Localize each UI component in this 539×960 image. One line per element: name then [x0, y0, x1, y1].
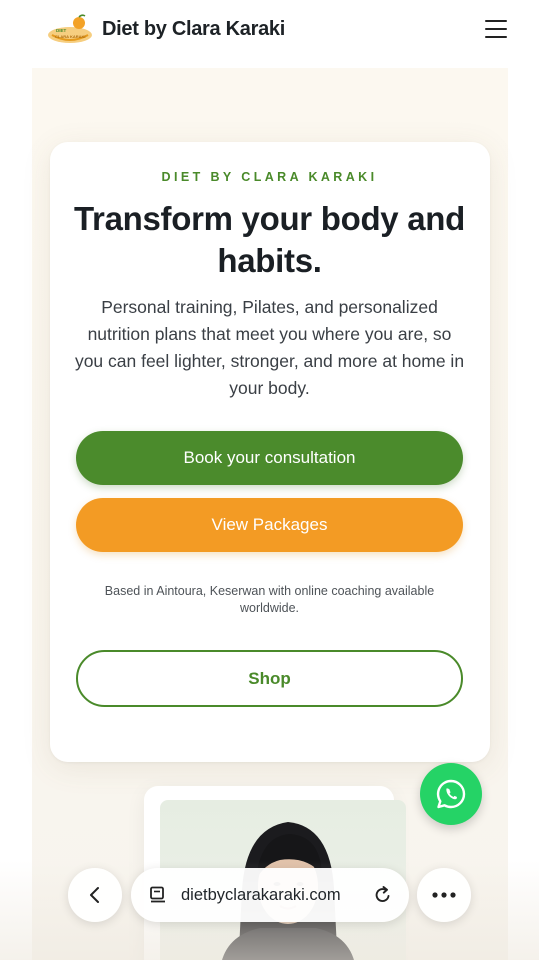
chevron-left-icon	[90, 887, 99, 903]
url-text[interactable]: dietbyclarakaraki.com	[181, 886, 373, 905]
brand-logo[interactable]: DIET CLARA KARAKI	[46, 13, 94, 45]
whatsapp-button[interactable]	[420, 763, 482, 825]
browser-back-button[interactable]	[68, 868, 122, 922]
site-header: DIET CLARA KARAKI Diet by Clara Karaki	[0, 0, 539, 58]
location-note: Based in Aintoura, Keserwan with online …	[104, 584, 435, 615]
shop-button[interactable]: Shop	[76, 650, 463, 707]
page-info-icon[interactable]	[149, 886, 167, 904]
hamburger-menu-icon[interactable]	[485, 19, 509, 39]
view-packages-button[interactable]: View Packages	[76, 498, 463, 552]
brand-name[interactable]: Diet by Clara Karaki	[102, 18, 285, 41]
address-bar[interactable]: dietbyclarakaraki.com	[131, 868, 409, 922]
logo-graphic: DIET CLARA KARAKI	[48, 14, 92, 43]
whatsapp-icon	[436, 779, 466, 809]
more-dots-icon	[432, 892, 456, 898]
svg-text:CLARA KARAKI: CLARA KARAKI	[55, 34, 86, 39]
svg-text:DIET: DIET	[56, 28, 67, 33]
book-consultation-button[interactable]: Book your consultation	[76, 431, 463, 485]
hero-eyebrow: DIET BY CLARA KARAKI	[161, 170, 378, 184]
reload-icon[interactable]	[373, 885, 393, 905]
hero-subtitle: Personal training, Pilates, and personal…	[74, 297, 465, 398]
browser-more-button[interactable]	[417, 868, 471, 922]
hero-title: Transform your body and habits.	[74, 200, 465, 279]
